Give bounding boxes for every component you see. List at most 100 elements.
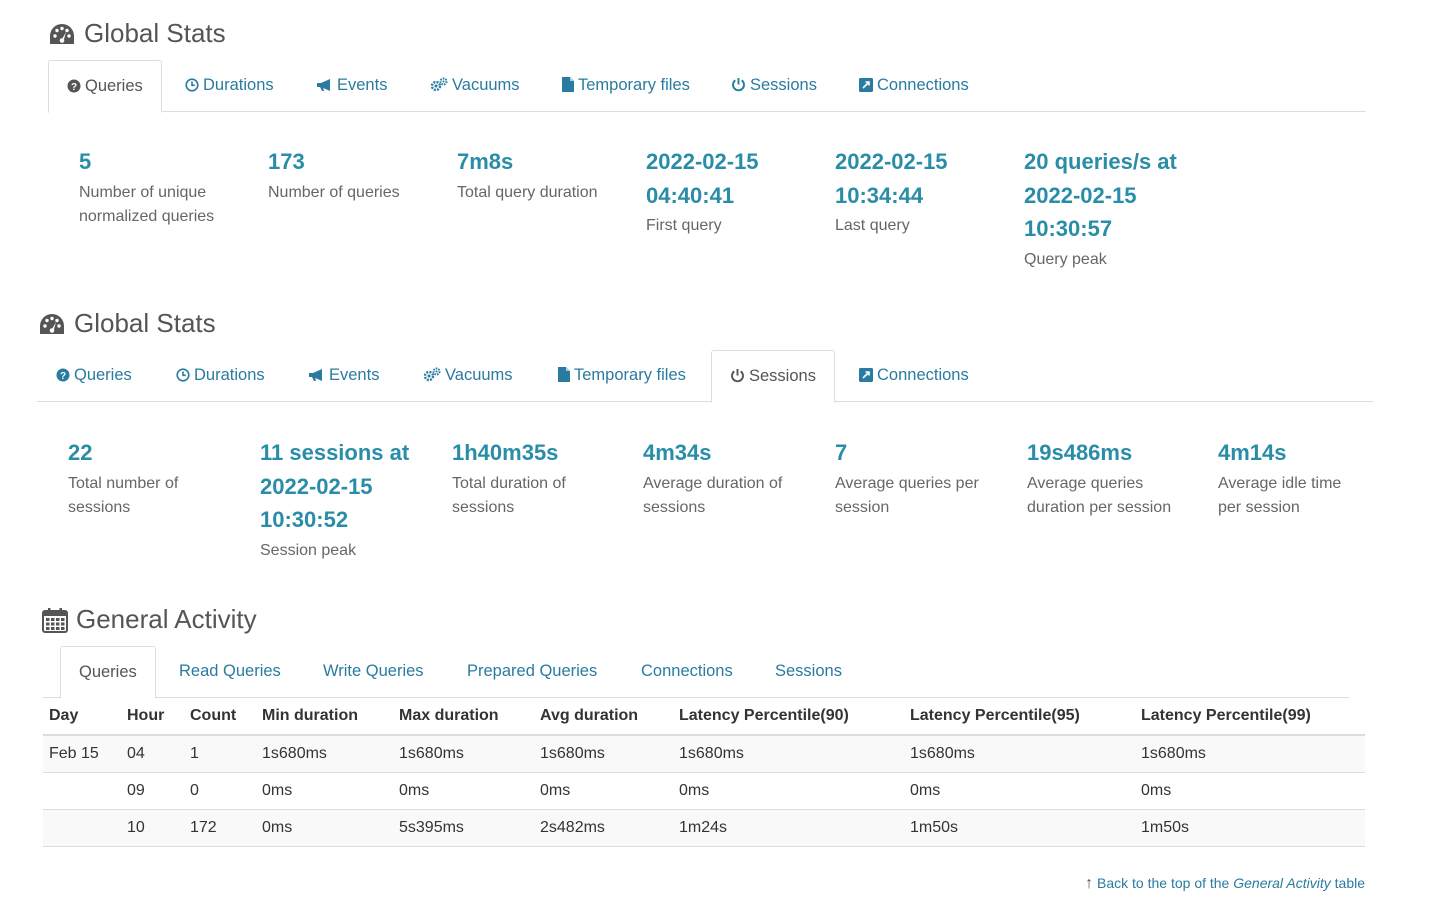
stat-average-duration-sessions: 4m34s Average duration of sessions: [643, 440, 783, 516]
table-cell: Feb 15: [43, 735, 121, 773]
tab-durations[interactable]: Durations: [176, 350, 265, 402]
general-activity-table: Day Hour Count Min duration Max duration…: [43, 697, 1365, 847]
global-stats-tabs-2: ? Queries Durations Events Vacuums Tempor…: [37, 350, 1373, 403]
table-cell: 2s482ms: [534, 809, 673, 847]
table-cell: 0ms: [256, 809, 393, 847]
svg-text:?: ?: [71, 82, 77, 93]
table-cell: 1s680ms: [393, 735, 534, 773]
dashboard-icon: [38, 312, 66, 336]
clock-icon: [176, 352, 190, 402]
arrow-up-icon: ↑: [1085, 875, 1094, 892]
tab-activity-read-queries[interactable]: Read Queries: [179, 646, 281, 698]
tab-durations[interactable]: Durations: [185, 60, 274, 112]
column-header[interactable]: Hour: [121, 697, 184, 736]
stat-total-sessions: 22 Total number of sessions: [68, 440, 179, 516]
section-title-text: Global Stats: [84, 18, 226, 48]
tab-temporary-files[interactable]: Temporary files: [558, 350, 686, 402]
tab-activity-write-queries[interactable]: Write Queries: [323, 646, 424, 698]
stat-total-query-duration: 7m8s Total query duration: [457, 149, 598, 201]
power-icon: [730, 353, 745, 403]
general-activity-title: General Activity: [42, 604, 257, 635]
external-link-icon: [859, 62, 873, 112]
table-cell: 0ms: [256, 772, 393, 810]
table-cell: 1s680ms: [673, 735, 904, 773]
tab-queries[interactable]: ? Queries: [48, 60, 162, 113]
section-title-text: Global Stats: [74, 308, 216, 338]
table-cell: 1s680ms: [256, 735, 393, 773]
table-row: 10 172 0ms 5s395ms 2s482ms 1m24s 1m50s 1…: [43, 809, 1365, 847]
tab-queries[interactable]: ? Queries: [56, 350, 132, 402]
power-icon: [731, 62, 746, 112]
tab-events[interactable]: Events: [316, 60, 387, 112]
table-cell: 1m24s: [673, 809, 904, 847]
tab-vacuums[interactable]: Vacuums: [430, 60, 520, 112]
section-title-text: General Activity: [76, 604, 257, 634]
column-header[interactable]: Min duration: [256, 697, 393, 736]
global-stats-title-2: Global Stats: [38, 308, 216, 339]
stat-first-query: 2022-02-15 04:40:41 First query: [646, 149, 759, 234]
tab-events[interactable]: Events: [308, 350, 379, 402]
table-cell: 0ms: [673, 772, 904, 810]
table-cell: 172: [184, 809, 256, 847]
table-cell: 1s680ms: [904, 735, 1135, 773]
column-header[interactable]: Latency Percentile(99): [1135, 697, 1365, 736]
tab-connections[interactable]: Connections: [859, 60, 969, 112]
table-cell: 0ms: [1135, 772, 1365, 810]
column-header[interactable]: Avg duration: [534, 697, 673, 736]
table-cell: 1m50s: [1135, 809, 1365, 847]
tab-activity-connections[interactable]: Connections: [641, 646, 733, 698]
stat-query-peak: 20 queries/s at 2022-02-15 10:30:57 Quer…: [1024, 149, 1177, 268]
table-cell: 5s395ms: [393, 809, 534, 847]
table-cell: 0ms: [534, 772, 673, 810]
tab-vacuums[interactable]: Vacuums: [423, 350, 513, 402]
stat-number-of-queries: 173 Number of queries: [268, 149, 400, 201]
table-cell: 1m50s: [904, 809, 1135, 847]
table-header-row: Day Hour Count Min duration Max duration…: [43, 697, 1365, 736]
bullhorn-icon: [308, 352, 325, 402]
table-cell: 0: [184, 772, 256, 810]
table-row: 09 0 0ms 0ms 0ms 0ms 0ms 0ms: [43, 772, 1365, 810]
global-stats-tabs-1: ? Queries Durations Events Vacuums Tempor…: [48, 60, 1366, 113]
column-header[interactable]: Count: [184, 697, 256, 736]
column-header[interactable]: Latency Percentile(95): [904, 697, 1135, 736]
table-cell: 04: [121, 735, 184, 773]
table-cell: 1: [184, 735, 256, 773]
tab-sessions[interactable]: Sessions: [711, 350, 835, 403]
tab-activity-sessions[interactable]: Sessions: [775, 646, 842, 698]
svg-text:?: ?: [60, 371, 66, 382]
cogs-icon: [430, 62, 448, 112]
global-stats-title-1: Global Stats: [48, 18, 226, 49]
tab-activity-prepared-queries[interactable]: Prepared Queries: [467, 646, 597, 698]
column-header[interactable]: Day: [43, 697, 121, 736]
table-row: Feb 15 04 1 1s680ms 1s680ms 1s680ms 1s68…: [43, 735, 1365, 773]
cogs-icon: [423, 352, 441, 402]
table-cell: 0ms: [393, 772, 534, 810]
tab-temporary-files[interactable]: Temporary files: [562, 60, 690, 112]
question-circle-icon: ?: [56, 352, 70, 402]
bullhorn-icon: [316, 62, 333, 112]
tab-connections[interactable]: Connections: [859, 350, 969, 402]
table-cell: 10: [121, 809, 184, 847]
table-cell: 09: [121, 772, 184, 810]
calendar-icon: [42, 607, 68, 633]
table-cell: 1s680ms: [534, 735, 673, 773]
general-activity-tabs: Queries Read Queries Write Queries Prepa…: [43, 646, 1349, 699]
stat-average-queries-duration: 19s486ms Average queries duration per se…: [1027, 440, 1172, 516]
question-circle-icon: ?: [67, 63, 81, 113]
tab-sessions[interactable]: Sessions: [731, 60, 817, 112]
back-to-top-link[interactable]: ↑ Back to the top of the General Activit…: [1085, 875, 1365, 893]
file-icon: [558, 352, 570, 402]
stat-last-query: 2022-02-15 10:34:44 Last query: [835, 149, 948, 234]
stat-total-duration-sessions: 1h40m35s Total duration of sessions: [452, 440, 566, 516]
table-cell: 0ms: [904, 772, 1135, 810]
stat-average-queries-per-session: 7 Average queries per session: [835, 440, 979, 516]
column-header[interactable]: Latency Percentile(90): [673, 697, 904, 736]
external-link-icon: [859, 352, 873, 402]
column-header[interactable]: Max duration: [393, 697, 534, 736]
tab-activity-queries[interactable]: Queries: [60, 646, 156, 699]
clock-icon: [185, 62, 199, 112]
table-cell: [43, 809, 121, 847]
stat-unique-queries: 5 Number of unique normalized queries: [79, 149, 215, 225]
stat-session-peak: 11 sessions at 2022-02-15 10:30:52 Sessi…: [260, 440, 410, 559]
dashboard-icon: [48, 22, 76, 46]
